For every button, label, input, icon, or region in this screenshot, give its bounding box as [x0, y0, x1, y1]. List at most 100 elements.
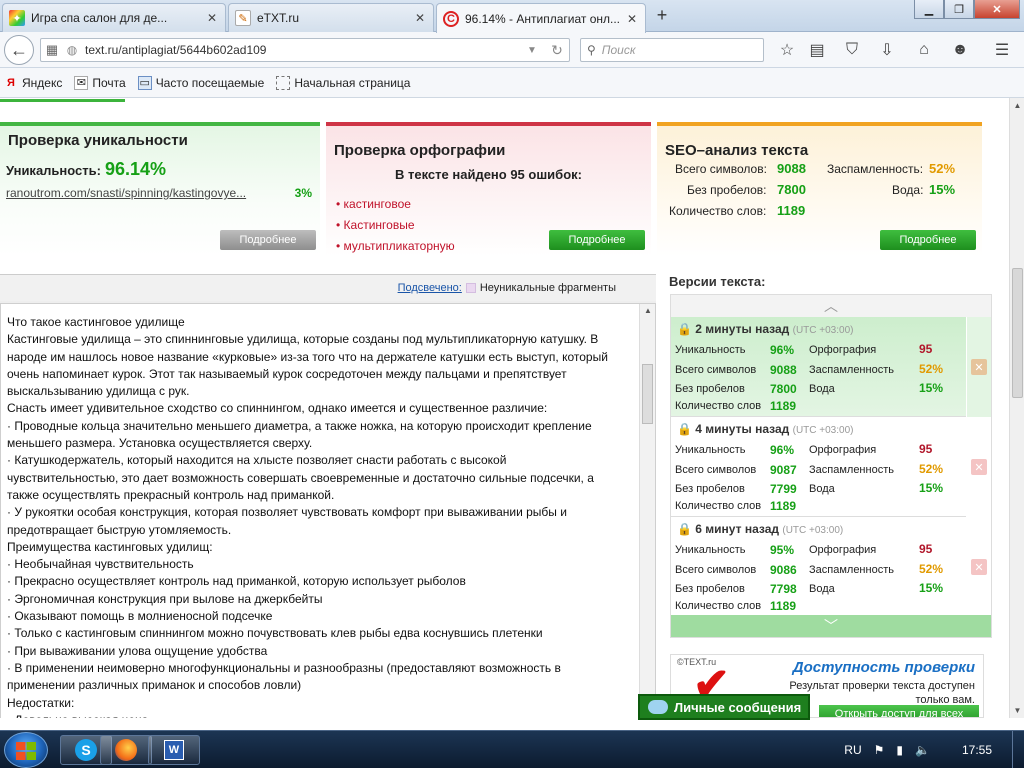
- network-icon[interactable]: ▮: [896, 743, 903, 757]
- bookmark-most-visited[interactable]: ▭ Часто посещаемые: [137, 75, 264, 90]
- version-spell-value: 95: [919, 442, 933, 456]
- bookmark-yandex[interactable]: Я Яндекс: [4, 76, 62, 90]
- smiley-icon[interactable]: ☻: [948, 38, 972, 62]
- version-item[interactable]: 🔒 2 минуты назад (UTC +03:00) Уникальност…: [671, 317, 966, 417]
- delete-version-button[interactable]: ✕: [967, 317, 991, 417]
- close-tab-icon[interactable]: ✕: [205, 11, 219, 25]
- version-uniq-value: 95%: [770, 543, 795, 557]
- yandex-icon: Я: [7, 76, 15, 89]
- version-item[interactable]: 🔒 4 минуты назад (UTC +03:00) Уникальност…: [671, 417, 966, 517]
- back-arrow-icon[interactable]: ←: [4, 35, 34, 65]
- clock[interactable]: 17:55: [962, 743, 992, 757]
- chevron-down-icon[interactable]: ﹀: [671, 615, 991, 637]
- text-line: · Довольно высокая цена: [7, 712, 635, 718]
- close-tab-icon[interactable]: ✕: [625, 12, 639, 26]
- uniqueness-panel: Проверка уникальности Уникальность: 96.14…: [0, 122, 320, 256]
- taskbar-firefox[interactable]: [100, 735, 152, 765]
- folder-icon: ▭: [137, 75, 152, 90]
- navigation-bar: ← ▦ ◍ text.ru/antiplagiat/5644b602ad109 …: [0, 32, 1024, 68]
- scroll-down-icon[interactable]: ▼: [1010, 703, 1024, 718]
- version-spell-value: 95: [919, 542, 933, 556]
- lock-icon: 🔒: [677, 522, 692, 536]
- text-line: · Эргономичная конструкция при вылове на…: [7, 591, 323, 606]
- delete-version-button[interactable]: ✕: [967, 417, 991, 517]
- seo-more-button[interactable]: Подробнее: [880, 230, 976, 250]
- text-line: · Проводные кольца значительно меньшего …: [7, 418, 592, 433]
- text-line: меньшего размера. Установка осуществляет…: [7, 436, 313, 451]
- uniqueness-more-button[interactable]: Подробнее: [220, 230, 316, 250]
- page-scroll-thumb[interactable]: [1012, 268, 1023, 398]
- source-link[interactable]: ranoutrom.com/snasti/spinning/kastingovy…: [6, 186, 256, 200]
- version-words-value: 1189: [770, 499, 797, 513]
- page-grid-icon[interactable]: ▦: [41, 42, 63, 58]
- etxt-favicon-icon: ✎: [235, 10, 251, 26]
- text-line: · У рукоятки особая конструкция, которая…: [7, 505, 567, 520]
- taskbar-word[interactable]: W: [148, 735, 200, 765]
- new-tab-plus-icon[interactable]: +: [652, 6, 672, 26]
- address-bar[interactable]: ▦ ◍ text.ru/antiplagiat/5644b602ad109 ▼ …: [40, 38, 570, 62]
- spelling-panel: Проверка орфографии В тексте найдено 95 …: [326, 122, 651, 256]
- checked-text-area[interactable]: Что такое кастинговое удилище Кастинговые…: [0, 303, 656, 718]
- reload-icon[interactable]: ↻: [545, 42, 569, 59]
- bookmark-start-page[interactable]: Начальная страница: [276, 75, 410, 90]
- scroll-up-icon[interactable]: ▲: [640, 306, 655, 315]
- copyright-favicon-icon: C: [443, 10, 459, 27]
- close-tab-icon[interactable]: ✕: [413, 11, 427, 25]
- chevron-up-icon[interactable]: ︿: [671, 295, 991, 317]
- text-line: народе им нашлось новое название «курков…: [7, 349, 608, 364]
- tab-antiplagiat[interactable]: C 96.14% - Антиплагиат онл... ✕: [436, 3, 646, 33]
- bookmarks-list-icon[interactable]: ▤: [805, 38, 829, 62]
- page-scrollbar[interactable]: ▲ ▼: [1009, 98, 1024, 718]
- bookmark-mail[interactable]: ✉ Почта: [74, 75, 126, 90]
- pocket-icon[interactable]: ⛉: [840, 38, 864, 62]
- spelling-more-button[interactable]: Подробнее: [549, 230, 645, 250]
- minimize-icon[interactable]: ▁: [914, 0, 944, 19]
- highlight-link[interactable]: Подсвечено:: [398, 282, 462, 294]
- bookmark-star-icon[interactable]: ☆: [775, 38, 799, 62]
- home-icon[interactable]: ⌂: [912, 38, 936, 62]
- uniqueness-title: Проверка уникальности: [8, 132, 188, 149]
- source-row: ranoutrom.com/snasti/spinning/kastingovy…: [6, 186, 312, 200]
- page-content: Проверка уникальности Уникальность: 96.14…: [0, 98, 1009, 718]
- spelling-error-item[interactable]: кастинговое: [336, 194, 651, 215]
- search-input[interactable]: ⚲ Поиск: [580, 38, 764, 62]
- word-icon: W: [164, 740, 184, 760]
- text-line: Снасть имеет удивительное сходство со сп…: [7, 401, 548, 416]
- delete-version-button[interactable]: ✕: [967, 517, 991, 617]
- highlight-legend: Неуникальные фрагменты: [479, 282, 616, 294]
- scroll-up-icon[interactable]: ▲: [1010, 98, 1024, 113]
- maximize-icon[interactable]: ❐: [944, 0, 974, 19]
- text-line: применении различных приманок и способов…: [7, 678, 302, 693]
- download-arrow-icon[interactable]: ⇩: [875, 38, 899, 62]
- envelope-icon: ✉: [74, 75, 89, 90]
- url-text[interactable]: text.ru/antiplagiat/5644b602ad109: [81, 43, 527, 57]
- tab-etxt[interactable]: ✎ eTXT.ru ✕: [228, 3, 434, 32]
- spelling-summary: В тексте найдено 95 ошибок:: [395, 167, 582, 182]
- language-indicator[interactable]: RU: [844, 743, 861, 757]
- start-button[interactable]: [4, 732, 48, 768]
- seo-title: SEO–анализ текста: [665, 142, 809, 159]
- version-nospace-value: 7798: [770, 582, 797, 596]
- windows-logo-icon: [16, 742, 36, 760]
- text-scroll-thumb[interactable]: [642, 364, 653, 424]
- window-close-icon[interactable]: ✕: [974, 0, 1020, 19]
- menu-hamburger-icon[interactable]: ☰: [990, 38, 1014, 62]
- game-favicon-icon: ✦: [9, 10, 25, 26]
- version-water-value: 15%: [919, 381, 944, 395]
- tab-spa-game[interactable]: ✦ Игра спа салон для де... ✕: [2, 3, 226, 32]
- version-item[interactable]: 🔒 6 минут назад (UTC +03:00) Уникальность…: [671, 517, 966, 617]
- personal-messages-button[interactable]: Личные сообщения: [638, 694, 810, 720]
- text-scrollbar[interactable]: ▲ ▼: [639, 304, 655, 718]
- open-access-button[interactable]: Открыть доступ для всех: [819, 705, 979, 717]
- flag-icon[interactable]: ⚑: [874, 743, 885, 757]
- tab-title: eTXT.ru: [257, 11, 300, 25]
- text-line: Недостатки:: [7, 695, 75, 710]
- volume-icon[interactable]: 🔈: [915, 743, 930, 757]
- url-dropdown-icon[interactable]: ▼: [527, 45, 545, 56]
- system-tray: RU ⚑ ▮ 🔈 17:55: [844, 731, 1024, 768]
- chat-bubble-icon: [648, 700, 668, 714]
- show-desktop-button[interactable]: [1012, 731, 1024, 768]
- seo-panel: SEO–анализ текста Всего символов: 9088 Б…: [657, 122, 982, 256]
- lock-icon: 🔒: [677, 322, 692, 336]
- search-icon: ⚲: [587, 43, 596, 57]
